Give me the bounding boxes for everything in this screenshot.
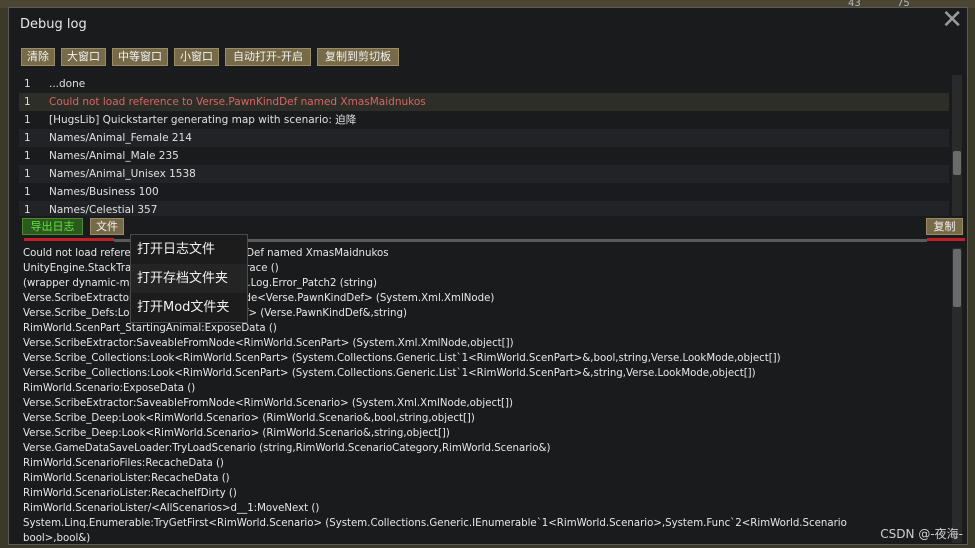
stack-trace-line: System.Linq.Enumerable:TryGetFirst<RimWo… bbox=[23, 518, 847, 529]
log-message: Names/Celestial 357 bbox=[49, 204, 158, 216]
clear-button[interactable]: 清除 bbox=[21, 48, 55, 66]
log-count: 1 bbox=[24, 186, 31, 198]
close-icon[interactable]: ✕ bbox=[941, 7, 963, 33]
copy-to-clipboard-button[interactable]: 复制到剪切板 bbox=[316, 48, 399, 66]
log-row[interactable]: 1 Names/Animal_Male 235 bbox=[19, 147, 949, 165]
stack-trace-line: Verse.ScribeExtractor:SaveableFromNode<R… bbox=[23, 398, 513, 409]
log-message: Names/Animal_Unisex 1538 bbox=[49, 168, 196, 180]
log-row[interactable]: 1 [HugsLib] Quickstarter generating map … bbox=[19, 111, 949, 129]
stack-trace-line: RimWorld.ScenarioFiles:RecacheData () bbox=[23, 458, 224, 469]
log-count: 1 bbox=[24, 132, 31, 144]
log-message: [HugsLib] Quickstarter generating map wi… bbox=[49, 114, 357, 126]
stack-trace-line: RimWorld.ScenarioLister:RecacheData () bbox=[23, 473, 230, 484]
log-row[interactable]: 1 Names/Celestial 357 bbox=[19, 201, 949, 216]
export-log-button[interactable]: 导出日志 bbox=[22, 218, 83, 235]
splitter-marker bbox=[927, 238, 965, 241]
stack-trace-line: Verse.GameDataSaveLoader:TryLoadScenario… bbox=[23, 443, 551, 454]
stack-trace-scroll-thumb[interactable] bbox=[953, 249, 961, 307]
auto-open-toggle-button[interactable]: 自动打开-开启 bbox=[225, 48, 311, 66]
log-message: Names/Animal_Female 214 bbox=[49, 132, 192, 144]
stack-trace-line: RimWorld.ScenarioLister/<AllScenarios>d_… bbox=[23, 503, 320, 514]
stack-trace-line: Verse.Scribe_Collections:Look<RimWorld.S… bbox=[23, 353, 781, 364]
stack-trace-line: Verse.Scribe_Collections:Look<RimWorld.S… bbox=[23, 368, 756, 379]
log-row[interactable]: 1 Names/Business 100 bbox=[19, 183, 949, 201]
stack-trace-line: RimWorld.ScenPart_StartingAnimal:ExposeD… bbox=[23, 323, 277, 334]
splitter-marker bbox=[24, 238, 114, 241]
menu-item-open-save-folder[interactable]: 打开存档文件夹 bbox=[131, 264, 247, 293]
stack-trace-line: Verse.ScribeExtractor:SaveableFromNode<R… bbox=[23, 338, 514, 349]
file-dropdown-menu: 打开日志文件 打开存档文件夹 打开Mod文件夹 bbox=[130, 234, 248, 323]
stack-trace-line: Verse.Scribe_Deep:Look<RimWorld.Scenario… bbox=[23, 413, 475, 424]
log-count: 1 bbox=[24, 78, 31, 90]
log-count: 1 bbox=[24, 96, 31, 108]
file-button[interactable]: 文件 bbox=[90, 218, 124, 235]
menu-item-open-log-file[interactable]: 打开日志文件 bbox=[131, 235, 247, 264]
log-count: 1 bbox=[24, 204, 31, 216]
log-list-scrollbar[interactable] bbox=[952, 75, 962, 216]
log-message: ...done bbox=[49, 78, 86, 90]
stack-trace-line: RimWorld.ScenarioLister:RecacheIfDirty (… bbox=[23, 488, 237, 499]
log-message-list: 1 ...done 1 Could not load reference to … bbox=[19, 75, 949, 216]
log-message: Names/Animal_Male 235 bbox=[49, 150, 179, 162]
log-count: 1 bbox=[24, 114, 31, 126]
menu-item-open-mod-folder[interactable]: 打开Mod文件夹 bbox=[131, 293, 247, 322]
log-message-error: Could not load reference to Verse.PawnKi… bbox=[49, 96, 426, 108]
small-window-button[interactable]: 小窗口 bbox=[174, 48, 219, 66]
medium-window-button[interactable]: 中等窗口 bbox=[112, 48, 168, 66]
log-count: 1 bbox=[24, 168, 31, 180]
log-count: 1 bbox=[24, 150, 31, 162]
watermark: CSDN @-夜海- bbox=[880, 527, 963, 541]
large-window-button[interactable]: 大窗口 bbox=[61, 48, 106, 66]
log-row-selected[interactable]: 1 Could not load reference to Verse.Pawn… bbox=[19, 93, 949, 111]
toolbar: 清除 大窗口 中等窗口 小窗口 自动打开-开启 复制到剪切板 bbox=[21, 48, 399, 66]
stack-trace-scrollbar[interactable] bbox=[952, 248, 962, 543]
debug-log-window: Debug log ✕ 清除 大窗口 中等窗口 小窗口 自动打开-开启 复制到剪… bbox=[8, 7, 968, 545]
stack-trace-line: Verse.Scribe_Deep:Look<RimWorld.Scenario… bbox=[23, 428, 450, 439]
log-list-scroll-thumb[interactable] bbox=[953, 151, 961, 175]
log-message: Names/Business 100 bbox=[49, 186, 159, 198]
window-title: Debug log bbox=[20, 17, 87, 32]
stack-trace-line: bool>,bool&) bbox=[23, 533, 91, 544]
log-row[interactable]: 1 Names/Animal_Female 214 bbox=[19, 129, 949, 147]
log-row[interactable]: 1 Names/Animal_Unisex 1538 bbox=[19, 165, 949, 183]
stack-trace-line: RimWorld.Scenario:ExposeData () bbox=[23, 383, 196, 394]
copy-button[interactable]: 复制 bbox=[926, 218, 963, 235]
log-row[interactable]: 1 ...done bbox=[19, 75, 949, 93]
